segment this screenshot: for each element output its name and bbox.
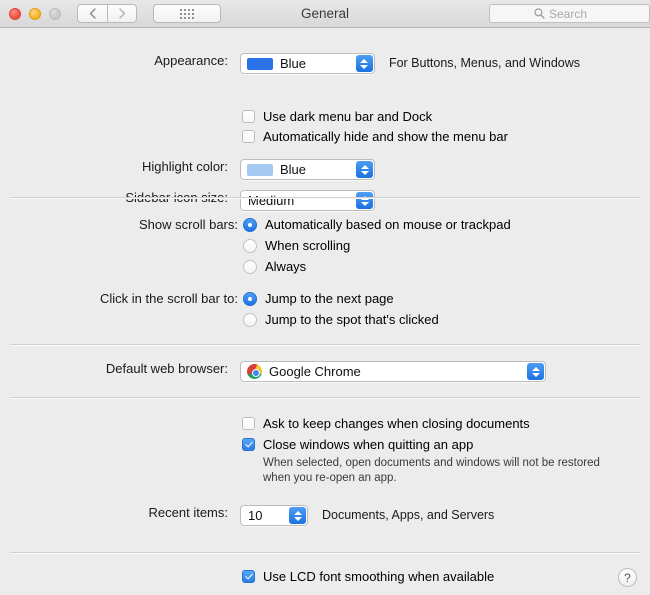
- sidebar-icon-size-row: Sidebar icon size: Medium: [0, 190, 375, 211]
- close-windows-checkbox[interactable]: [242, 438, 255, 451]
- click-scroll-bar-label: Click in the scroll bar to:: [100, 291, 238, 306]
- scroll-bars-option-always[interactable]: Always: [243, 259, 511, 275]
- forward-button[interactable]: [107, 4, 137, 23]
- chevron-left-icon: [89, 8, 96, 19]
- highlight-color-value: Blue: [280, 162, 307, 177]
- traffic-lights: [0, 7, 61, 20]
- scroll-bars-auto-label: Automatically based on mouse or trackpad: [265, 217, 511, 232]
- appearance-label: Appearance:: [154, 53, 228, 68]
- recent-items-hint: Documents, Apps, and Servers: [322, 508, 495, 522]
- click-scroll-option-next-page[interactable]: Jump to the next page: [243, 291, 439, 307]
- font-smoothing-label: Use LCD font smoothing when available: [263, 569, 495, 584]
- show-scroll-bars-label: Show scroll bars:: [139, 217, 238, 232]
- scroll-bars-option-auto[interactable]: Automatically based on mouse or trackpad: [243, 217, 511, 233]
- click-scroll-bar-radio-group: Jump to the next page Jump to the spot t…: [243, 291, 439, 333]
- search-field[interactable]: Search: [489, 4, 650, 23]
- documents-note-line-2: when you re-open an app.: [263, 472, 397, 484]
- show-all-button[interactable]: [153, 4, 221, 23]
- recent-items-row: Recent items: 10 Documents, Apps, and Se…: [0, 505, 494, 526]
- divider-2: [10, 344, 640, 345]
- chrome-icon: [247, 364, 262, 379]
- recent-items-value: 10: [248, 508, 263, 523]
- default-browser-label: Default web browser:: [105, 361, 228, 376]
- close-button[interactable]: [9, 7, 21, 20]
- click-scroll-option-spot-clicked[interactable]: Jump to the spot that's clicked: [243, 312, 439, 328]
- divider-1: [10, 197, 640, 198]
- sidebar-icon-size-value: Medium: [248, 193, 295, 208]
- close-windows-label: Close windows when quitting an app: [263, 437, 474, 452]
- window-titlebar: General Search: [0, 0, 650, 28]
- scroll-bars-option-when-scrolling[interactable]: When scrolling: [243, 238, 511, 254]
- click-scroll-next-page-label: Jump to the next page: [265, 291, 394, 306]
- sidebar-icon-size-stepper-icon[interactable]: [356, 192, 373, 209]
- show-scroll-bars-row: Show scroll bars: Automatically based on…: [0, 217, 511, 280]
- auto-hide-menu-bar-label: Automatically hide and show the menu bar: [263, 129, 508, 144]
- dark-menu-bar-label: Use dark menu bar and Dock: [263, 109, 433, 124]
- appearance-popup-button[interactable]: Blue: [239, 53, 375, 74]
- highlight-color-swatch: [247, 163, 273, 176]
- highlight-color-popup-button[interactable]: Blue: [240, 159, 375, 180]
- grid-icon: [180, 8, 194, 19]
- appearance-stepper-icon[interactable]: [355, 55, 373, 72]
- appearance-hint: For Buttons, Menus, and Windows: [388, 56, 580, 70]
- ask-keep-changes-row[interactable]: Ask to keep changes when closing documen…: [242, 416, 600, 431]
- highlight-color-stepper-icon[interactable]: [356, 161, 373, 178]
- scroll-bars-always-radio[interactable]: [243, 260, 257, 274]
- dark-menu-bar-checkbox[interactable]: [242, 110, 255, 123]
- default-browser-popup-button[interactable]: Google Chrome: [240, 361, 546, 382]
- preferences-pane: Appearance: Blue For Buttons, Menus, and…: [0, 28, 650, 595]
- scroll-bars-when-scrolling-label: When scrolling: [265, 238, 351, 253]
- ask-keep-changes-checkbox[interactable]: [242, 417, 255, 430]
- recent-items-label: Recent items:: [148, 505, 228, 520]
- auto-hide-menu-bar-row[interactable]: Automatically hide and show the menu bar: [242, 129, 508, 144]
- highlight-color-row: Highlight color: Blue: [0, 159, 375, 180]
- click-scroll-spot-clicked-radio[interactable]: [243, 313, 257, 327]
- close-windows-row[interactable]: Close windows when quitting an app: [242, 437, 600, 452]
- default-browser-stepper-icon[interactable]: [527, 363, 544, 380]
- search-icon: [534, 8, 545, 19]
- auto-hide-menu-bar-checkbox[interactable]: [242, 130, 255, 143]
- chevron-right-icon: [118, 8, 125, 19]
- scroll-bars-when-scrolling-radio[interactable]: [243, 239, 257, 253]
- back-button[interactable]: [77, 4, 107, 23]
- font-smoothing-checkbox[interactable]: [242, 570, 255, 583]
- recent-items-stepper-icon[interactable]: [289, 507, 306, 524]
- show-scroll-bars-radio-group: Automatically based on mouse or trackpad…: [243, 217, 511, 280]
- appearance-row: Appearance: Blue For Buttons, Menus, and…: [0, 53, 580, 74]
- documents-options: Ask to keep changes when closing documen…: [242, 416, 600, 486]
- sidebar-icon-size-popup-button[interactable]: Medium: [240, 190, 375, 211]
- ask-keep-changes-label: Ask to keep changes when closing documen…: [263, 416, 530, 431]
- click-scroll-next-page-radio[interactable]: [243, 292, 257, 306]
- click-scroll-bar-row: Click in the scroll bar to: Jump to the …: [0, 291, 439, 333]
- navigation-buttons: [77, 4, 137, 23]
- scroll-bars-always-label: Always: [265, 259, 307, 274]
- divider-4: [10, 552, 640, 553]
- documents-note-line-1: When selected, open documents and window…: [263, 457, 600, 469]
- search-placeholder: Search: [549, 6, 588, 21]
- appearance-color-swatch: [246, 57, 273, 70]
- appearance-value: Blue: [279, 56, 306, 71]
- dark-menu-bar-row[interactable]: Use dark menu bar and Dock: [242, 109, 432, 124]
- zoom-button: [49, 7, 61, 20]
- font-smoothing-row[interactable]: Use LCD font smoothing when available: [242, 569, 494, 584]
- highlight-color-label: Highlight color:: [142, 159, 228, 174]
- click-scroll-spot-clicked-label: Jump to the spot that's clicked: [265, 312, 439, 327]
- default-browser-row: Default web browser: Google Chrome: [0, 361, 546, 382]
- recent-items-popup-button[interactable]: 10: [240, 505, 308, 526]
- minimize-button[interactable]: [29, 7, 41, 20]
- divider-3: [10, 397, 640, 398]
- help-button[interactable]: ?: [618, 568, 637, 587]
- scroll-bars-auto-radio[interactable]: [243, 218, 257, 232]
- default-browser-value: Google Chrome: [269, 364, 361, 379]
